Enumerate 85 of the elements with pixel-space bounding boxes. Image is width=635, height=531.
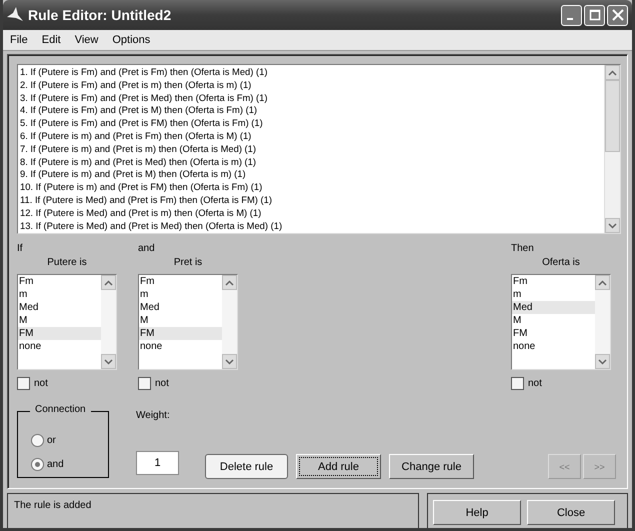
rule-item[interactable]: 4. If (Putere is Fm) and (Pret is M) then (Oferta is Fm) (1) xyxy=(20,104,602,118)
list-item[interactable]: m xyxy=(139,288,222,301)
scroll-up-icon[interactable] xyxy=(104,280,113,286)
clause-label: and xyxy=(138,242,156,256)
not-checkbox[interactable] xyxy=(138,377,151,390)
scroll-down-icon[interactable] xyxy=(225,358,234,364)
scroll-up-icon[interactable] xyxy=(225,280,234,286)
weight-label: Weight: xyxy=(136,410,171,421)
rule-item[interactable]: 8. If (Putere is m) and (Pret is Med) then (Oferta is m) (1) xyxy=(20,156,602,168)
list-item[interactable]: none xyxy=(18,340,101,353)
list-item[interactable]: FM xyxy=(139,327,222,340)
rule-item[interactable]: 6. If (Putere is m) and (Pret is Fm) then (Oferta is M) (1) xyxy=(20,130,602,143)
rule-item[interactable]: 1. If (Putere is Fm) and (Pret is Fm) then (Oferta is Med) (1) xyxy=(20,66,602,79)
maximize-icon xyxy=(588,9,600,21)
variable-label: Pret is xyxy=(174,256,202,270)
checkbox-label: not xyxy=(34,378,48,389)
rule-item[interactable]: 13. If (Putere is Med) and (Pret is Med) then (Oferta is Med) (1) xyxy=(20,220,602,232)
close-button[interactable] xyxy=(607,4,628,26)
checkbox-label: not xyxy=(155,378,169,389)
list-item[interactable]: Med xyxy=(18,301,101,314)
clause-label: Then xyxy=(511,242,535,256)
scroll-up-icon[interactable] xyxy=(605,65,620,80)
status-message: The rule is added xyxy=(7,493,419,528)
list-item[interactable]: M xyxy=(139,314,222,327)
rule-item[interactable]: 9. If (Putere is m) and (Pret is M) then (Oferta is m) (1) xyxy=(20,168,602,182)
scroll-down-icon[interactable] xyxy=(104,358,113,364)
scrollbar[interactable] xyxy=(222,275,237,369)
menu-item[interactable]: View xyxy=(74,34,98,46)
weight-field[interactable]: 1 xyxy=(136,451,179,475)
close-icon xyxy=(612,9,624,21)
action-button[interactable]: Delete rule xyxy=(205,454,288,479)
scrollbar[interactable] xyxy=(595,275,610,369)
radio-button[interactable] xyxy=(31,458,44,470)
membership-list[interactable]: Fm m Med M FM none xyxy=(138,274,238,370)
window-title: Rule Editor: Untitled2 xyxy=(28,7,172,23)
rule-item[interactable]: 7. If (Putere is m) and (Pret is m) then (Oferta is Med) (1) xyxy=(20,142,602,156)
radio-button[interactable] xyxy=(31,434,44,446)
checkbox-label: not xyxy=(528,378,542,389)
list-item[interactable]: none xyxy=(512,340,595,353)
rule-item[interactable]: 10. If (Putere is m) and (Pret is FM) then (Oferta is Fm) (1) xyxy=(20,181,602,194)
list-item[interactable]: none xyxy=(139,340,222,353)
scroll-thumb[interactable] xyxy=(605,80,620,152)
scroll-down-icon[interactable] xyxy=(605,218,620,233)
rule-item[interactable]: 5. If (Putere is Fm) and (Pret is FM) then (Oferta is Fm) (1) xyxy=(20,117,602,130)
radio-label: and xyxy=(47,458,64,470)
minimize-icon xyxy=(566,18,572,20)
action-button[interactable]: Add rule xyxy=(296,454,381,479)
footer-button[interactable]: Help xyxy=(433,500,521,525)
menu-item[interactable]: File xyxy=(10,34,28,46)
rule-item[interactable]: 3. If (Putere is Fm) and (Pret is Med) then (Oferta is Fm) (1) xyxy=(20,92,602,104)
list-item[interactable]: m xyxy=(18,288,101,301)
scrollbar[interactable] xyxy=(101,275,116,369)
menu-item[interactable]: Options xyxy=(112,34,150,46)
rule-item[interactable]: 11. If (Putere is Med) and (Pret is Fm) then (Oferta is FM) (1) xyxy=(20,194,602,207)
app-icon xyxy=(7,7,23,23)
list-item[interactable]: Med xyxy=(139,301,222,314)
list-item[interactable]: Fm xyxy=(18,275,101,288)
list-item[interactable]: FM xyxy=(18,327,101,340)
list-item[interactable]: Fm xyxy=(512,275,595,288)
scroll-up-icon[interactable] xyxy=(598,280,607,286)
radio-label: or xyxy=(47,434,56,446)
menu-item[interactable]: Edit xyxy=(42,34,61,46)
group-title: Connection xyxy=(30,404,91,415)
minimize-button[interactable] xyxy=(561,4,582,26)
membership-list[interactable]: Fm m Med M FM none xyxy=(511,274,611,370)
scroll-down-icon[interactable] xyxy=(598,358,607,364)
footer-button[interactable]: Close xyxy=(527,500,615,525)
scrollbar[interactable] xyxy=(604,65,620,233)
list-item[interactable]: FM xyxy=(512,327,595,340)
rule-list[interactable] xyxy=(17,64,621,234)
not-checkbox[interactable] xyxy=(17,377,30,390)
list-item[interactable]: m xyxy=(512,288,595,301)
variable-label: Oferta is xyxy=(542,256,580,270)
variable-label: Putere is xyxy=(47,256,87,270)
action-button[interactable]: Change rule xyxy=(389,454,474,479)
list-item[interactable]: M xyxy=(18,314,101,327)
list-item[interactable]: Med xyxy=(512,301,595,314)
list-item[interactable]: Fm xyxy=(139,275,222,288)
rule-item[interactable]: 2. If (Putere is Fm) and (Pret is m) then (Oferta is m) (1) xyxy=(20,78,602,92)
clause-label: If xyxy=(17,242,24,256)
not-checkbox[interactable] xyxy=(511,377,524,390)
maximize-button[interactable] xyxy=(584,4,605,26)
membership-list[interactable]: Fm m Med M FM none xyxy=(17,274,117,370)
list-item[interactable]: M xyxy=(512,314,595,327)
rule-item[interactable]: 12. If (Putere is Med) and (Pret is m) then (Oferta is M) (1) xyxy=(20,206,602,220)
